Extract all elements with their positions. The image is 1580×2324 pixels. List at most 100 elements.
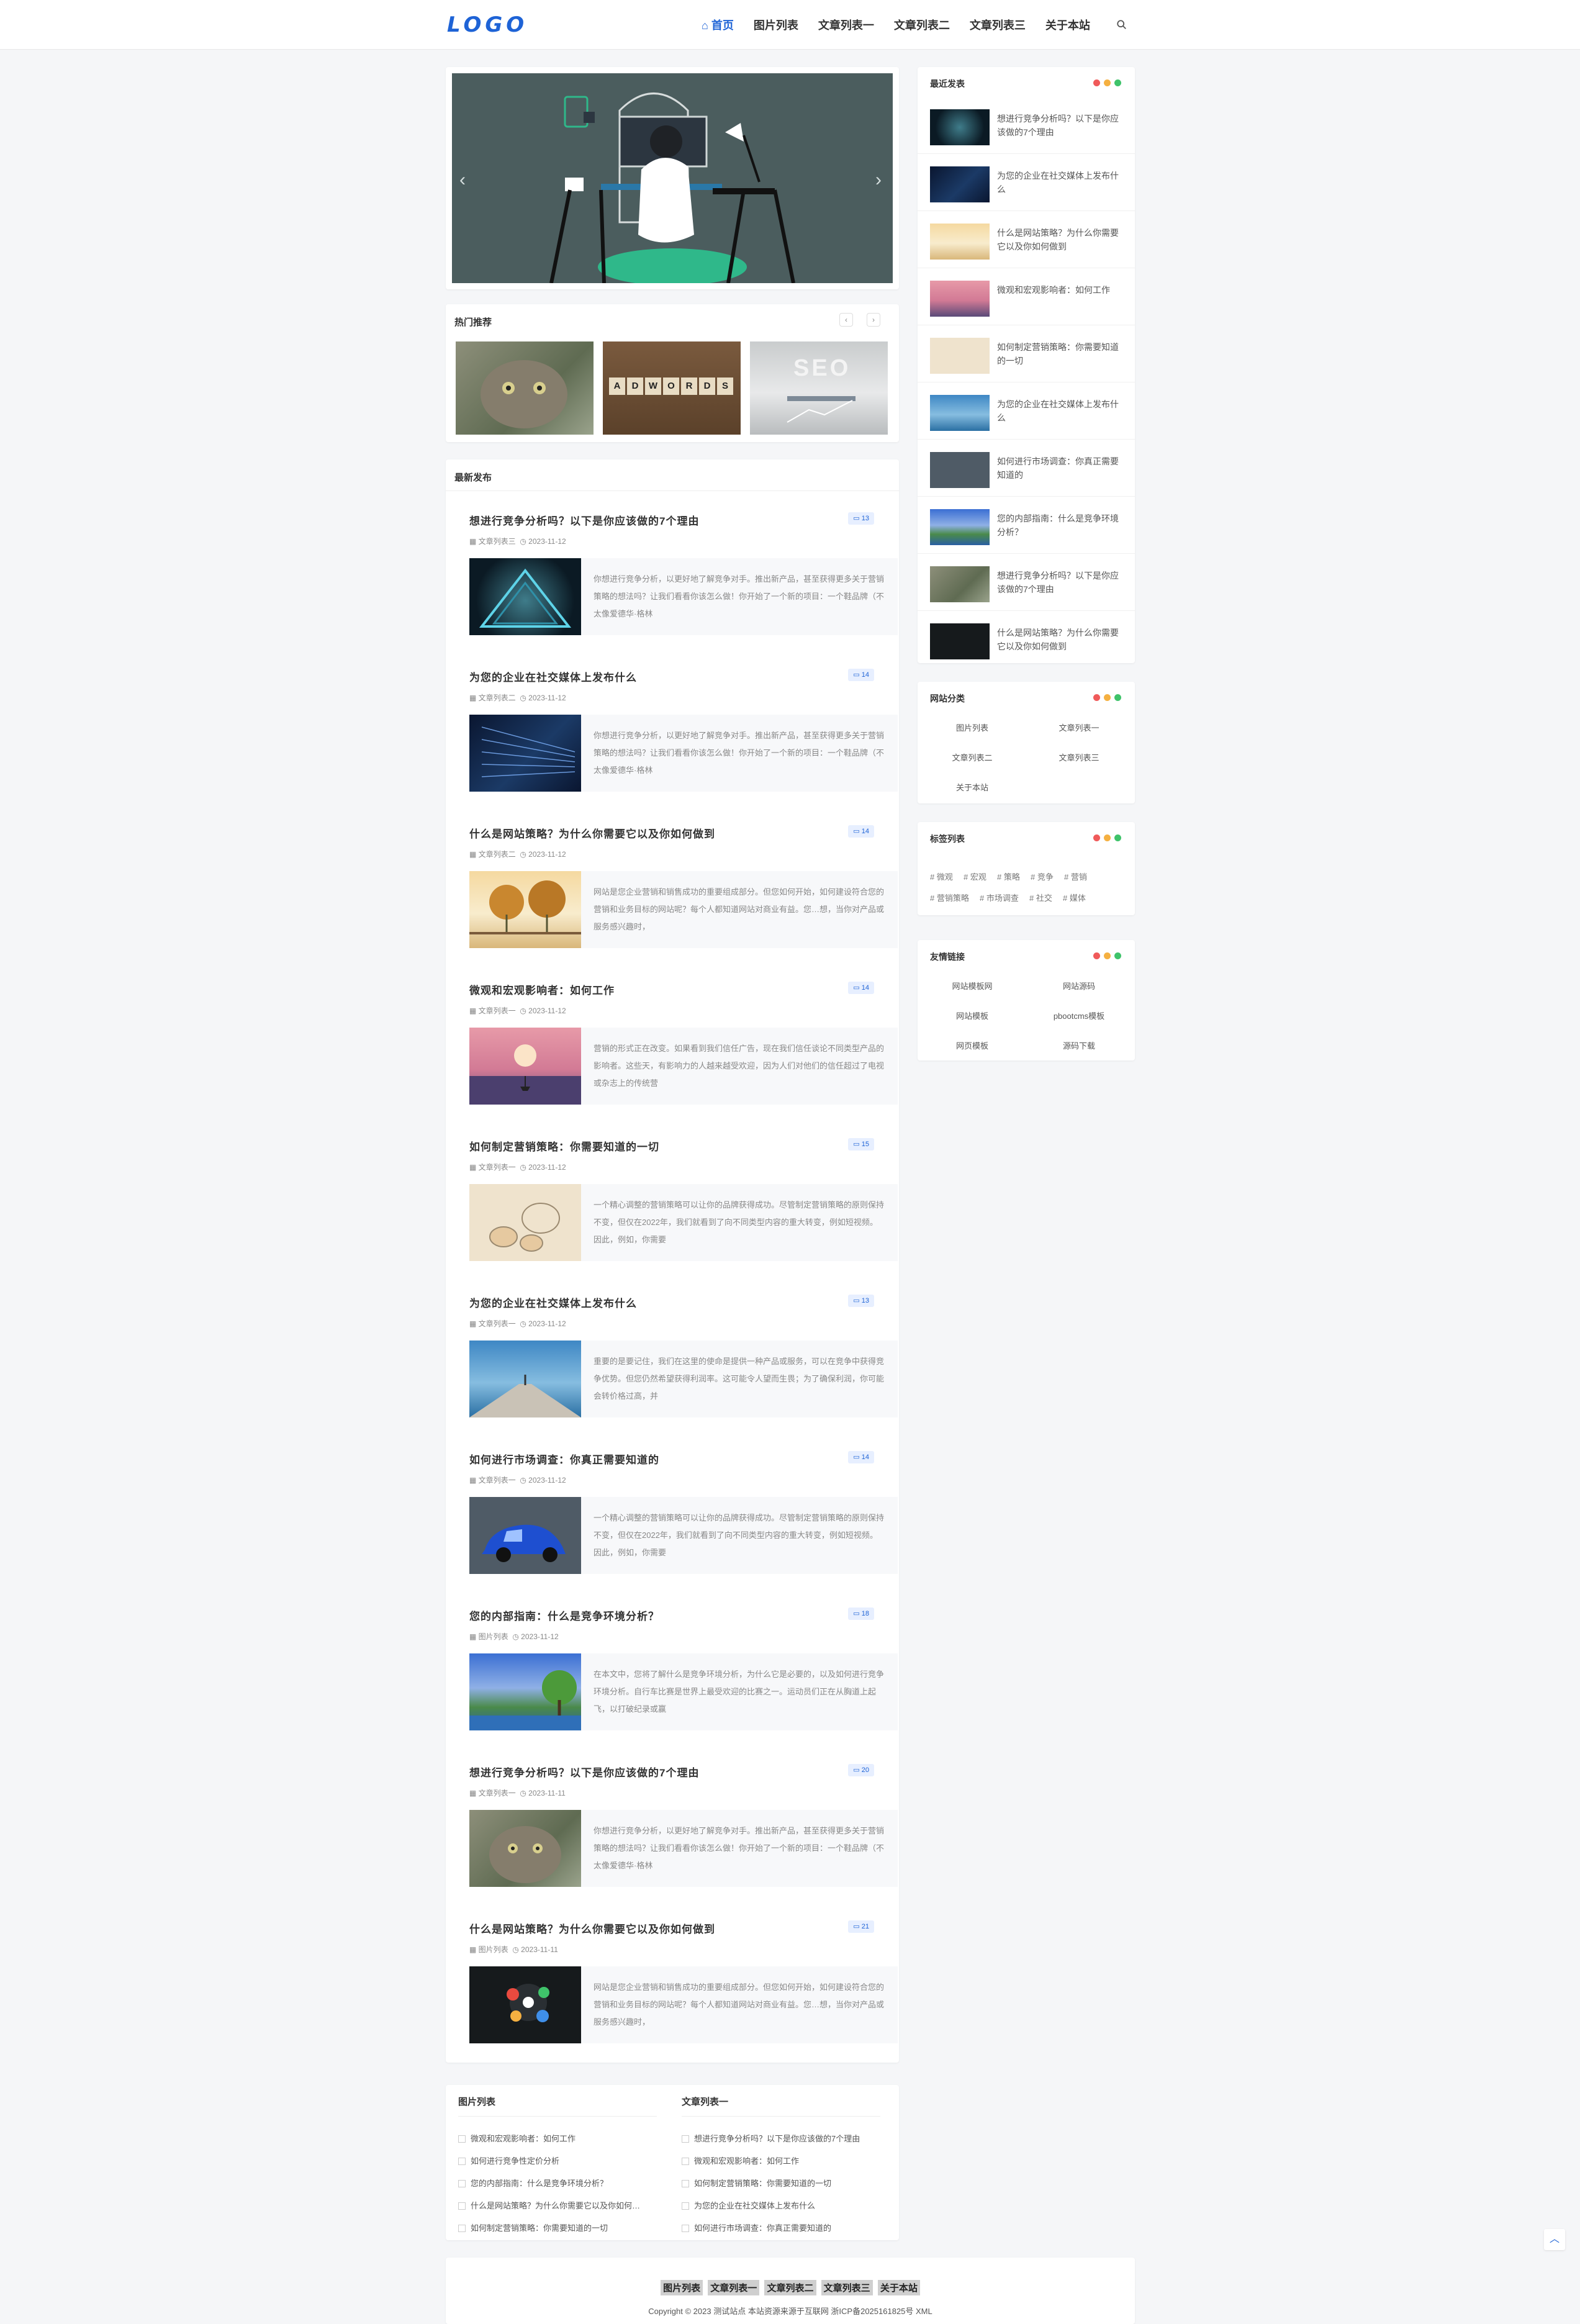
banner-image[interactable]: ‹ › (452, 73, 893, 283)
post-title[interactable]: 什么是网站策略？为什么你需要它以及你如何做到 (469, 1920, 715, 1936)
post-thumbnail[interactable] (469, 1653, 581, 1730)
banner-prev-arrow[interactable]: ‹ (459, 170, 466, 191)
category-link[interactable]: 图片列表 (923, 721, 1022, 733)
friend-link[interactable]: pbootcms模板 (1029, 1010, 1129, 1021)
tag-link[interactable]: # 市场调查 (980, 892, 1019, 903)
post-thumbnail[interactable] (469, 1341, 581, 1417)
recent-item[interactable]: 什么是网站策略？为什么你需要它以及你如何做到 (918, 219, 1135, 268)
recent-thumbnail[interactable] (930, 338, 990, 374)
recent-thumbnail[interactable] (930, 166, 990, 202)
friend-link[interactable]: 网站源码 (1029, 980, 1129, 992)
post-thumbnail[interactable] (469, 871, 581, 948)
recent-thumbnail[interactable] (930, 395, 990, 431)
category-link[interactable]: 文章列表一 (1029, 721, 1129, 733)
nav-article-list-3[interactable]: 文章列表三 (970, 17, 1026, 33)
recent-item[interactable]: 想进行竞争分析吗？以下是你应该做的7个理由 (918, 104, 1135, 154)
bottom-link[interactable]: 您的内部指南：什么是竞争环境分析？ (458, 2177, 608, 2189)
nav-home[interactable]: ⌂ 首页 (702, 17, 734, 33)
tag-link[interactable]: # 宏观 (964, 870, 986, 882)
footer-link[interactable]: 文章列表二 (764, 2280, 816, 2295)
footer-link[interactable]: 文章列表三 (821, 2280, 873, 2295)
post-thumbnail[interactable] (469, 715, 581, 792)
category-link[interactable]: 关于本站 (923, 781, 1022, 793)
hot-image-seo[interactable]: SEO (750, 341, 888, 435)
post-title[interactable]: 为您的企业在社交媒体上发布什么 (469, 1295, 637, 1310)
bottom-link[interactable]: 为您的企业在社交媒体上发布什么 (682, 2199, 815, 2211)
category-link[interactable]: 文章列表二 (923, 751, 1022, 763)
bottom-link[interactable]: 微观和宏观影响者：如何工作 (458, 2132, 576, 2144)
post-item[interactable]: 什么是网站策略？为什么你需要它以及你如何做到 ▦ 文章列表二 ◷ 2023-11… (458, 807, 898, 963)
post-item[interactable]: 您的内部指南：什么是竞争环境分析？ ▦ 图片列表 ◷ 2023-11-12 ▭ … (458, 1589, 898, 1745)
post-item[interactable]: 如何进行市场调查：你真正需要知道的 ▦ 文章列表一 ◷ 2023-11-12 ▭… (458, 1432, 898, 1589)
bottom-link[interactable]: 如何进行竞争性定价分析 (458, 2154, 559, 2166)
tag-link[interactable]: # 竞争 (1031, 870, 1054, 882)
tag-link[interactable]: # 营销策略 (930, 892, 969, 903)
recent-item[interactable]: 为您的企业在社交媒体上发布什么 (918, 390, 1135, 440)
recent-item[interactable]: 为您的企业在社交媒体上发布什么 (918, 161, 1135, 211)
recent-thumbnail[interactable] (930, 281, 990, 317)
post-item[interactable]: 微观和宏观影响者：如何工作 ▦ 文章列表一 ◷ 2023-11-12 ▭ 14 … (458, 963, 898, 1119)
recent-item[interactable]: 什么是网站策略？为什么你需要它以及你如何做到 (930, 618, 1124, 668)
post-title[interactable]: 什么是网站策略？为什么你需要它以及你如何做到 (469, 825, 715, 841)
recent-item[interactable]: 想进行竞争分析吗？以下是你应该做的7个理由 (918, 561, 1135, 611)
recent-thumbnail[interactable] (930, 623, 990, 659)
bottom-link[interactable]: 微观和宏观影响者：如何工作 (682, 2154, 799, 2166)
back-to-top-button[interactable]: ︿ (1544, 2229, 1565, 2250)
recent-thumbnail[interactable] (930, 452, 990, 488)
nav-article-list-2[interactable]: 文章列表二 (894, 17, 950, 33)
hot-prev-button[interactable]: ‹ (839, 313, 853, 327)
bottom-link[interactable]: 如何制定营销策略：你需要知道的一切 (682, 2177, 831, 2189)
recent-thumbnail[interactable] (930, 509, 990, 545)
post-thumbnail[interactable] (469, 1966, 581, 2043)
recent-item[interactable]: 微观和宏观影响者：如何工作 (918, 276, 1135, 325)
site-logo[interactable]: LOGO (447, 12, 528, 37)
bottom-link[interactable]: 如何进行市场调查：你真正需要知道的 (682, 2222, 831, 2233)
footer-link[interactable]: 关于本站 (877, 2280, 920, 2295)
bottom-link[interactable]: 如何制定营销策略：你需要知道的一切 (458, 2222, 608, 2233)
post-title[interactable]: 想进行竞争分析吗？以下是你应该做的7个理由 (469, 1764, 699, 1779)
post-thumbnail[interactable] (469, 1497, 581, 1574)
post-title[interactable]: 您的内部指南：什么是竞争环境分析？ (469, 1607, 659, 1623)
footer-link[interactable]: 文章列表一 (708, 2280, 760, 2295)
recent-item[interactable]: 您的内部指南：什么是竞争环境分析？ (918, 504, 1135, 554)
recent-thumbnail[interactable] (930, 109, 990, 145)
tag-link[interactable]: # 营销 (1064, 870, 1087, 882)
hot-next-button[interactable]: › (867, 313, 880, 327)
hot-image-adwords[interactable]: A D W O R D S (603, 341, 741, 435)
nav-about[interactable]: 关于本站 (1045, 17, 1090, 33)
tag-link[interactable]: # 媒体 (1063, 892, 1086, 903)
tag-link[interactable]: # 策略 (997, 870, 1020, 882)
recent-item[interactable]: 如何制定营销策略：你需要知道的一切 (918, 333, 1135, 382)
friend-link[interactable]: 网站模板 (923, 1010, 1022, 1021)
nav-image-list[interactable]: 图片列表 (754, 17, 798, 33)
post-title[interactable]: 为您的企业在社交媒体上发布什么 (469, 669, 637, 684)
post-item[interactable]: 想进行竞争分析吗？以下是你应该做的7个理由 ▦ 文章列表三 ◷ 2023-11-… (458, 494, 898, 650)
search-icon[interactable] (1116, 19, 1127, 30)
post-title[interactable]: 如何制定营销策略：你需要知道的一切 (469, 1138, 659, 1154)
recent-thumbnail[interactable] (930, 566, 990, 602)
post-title[interactable]: 想进行竞争分析吗？以下是你应该做的7个理由 (469, 512, 699, 528)
nav-article-list-1[interactable]: 文章列表一 (818, 17, 874, 33)
bottom-link[interactable]: 想进行竞争分析吗？以下是你应该做的7个理由 (682, 2132, 860, 2144)
bottom-link[interactable]: 什么是网站策略？为什么你需要它以及你如何… (458, 2199, 640, 2211)
category-link[interactable]: 文章列表三 (1029, 751, 1129, 763)
post-item[interactable]: 什么是网站策略？为什么你需要它以及你如何做到 ▦ 图片列表 ◷ 2023-11-… (458, 1902, 898, 2058)
banner-next-arrow[interactable]: › (875, 170, 882, 191)
post-item[interactable]: 想进行竞争分析吗？以下是你应该做的7个理由 ▦ 文章列表一 ◷ 2023-11-… (458, 1745, 898, 1902)
footer-link[interactable]: 图片列表 (661, 2280, 703, 2295)
hot-image-cat[interactable] (456, 341, 594, 435)
post-thumbnail[interactable] (469, 1810, 581, 1887)
post-item[interactable]: 为您的企业在社交媒体上发布什么 ▦ 文章列表二 ◷ 2023-11-12 ▭ 1… (458, 650, 898, 807)
post-title[interactable]: 微观和宏观影响者：如何工作 (469, 982, 615, 997)
friend-link[interactable]: 网站模板网 (923, 980, 1022, 992)
friend-link[interactable]: 网页模板 (923, 1039, 1022, 1051)
recent-item[interactable]: 如何进行市场调查：你真正需要知道的 (918, 447, 1135, 497)
post-item[interactable]: 为您的企业在社交媒体上发布什么 ▦ 文章列表一 ◷ 2023-11-12 ▭ 1… (458, 1276, 898, 1432)
post-thumbnail[interactable] (469, 1028, 581, 1105)
post-thumbnail[interactable] (469, 1184, 581, 1261)
post-title[interactable]: 如何进行市场调查：你真正需要知道的 (469, 1451, 659, 1467)
friend-link[interactable]: 源码下载 (1029, 1039, 1129, 1051)
tag-link[interactable]: # 社交 (1029, 892, 1052, 903)
post-item[interactable]: 如何制定营销策略：你需要知道的一切 ▦ 文章列表一 ◷ 2023-11-12 ▭… (458, 1119, 898, 1276)
post-thumbnail[interactable] (469, 558, 581, 635)
